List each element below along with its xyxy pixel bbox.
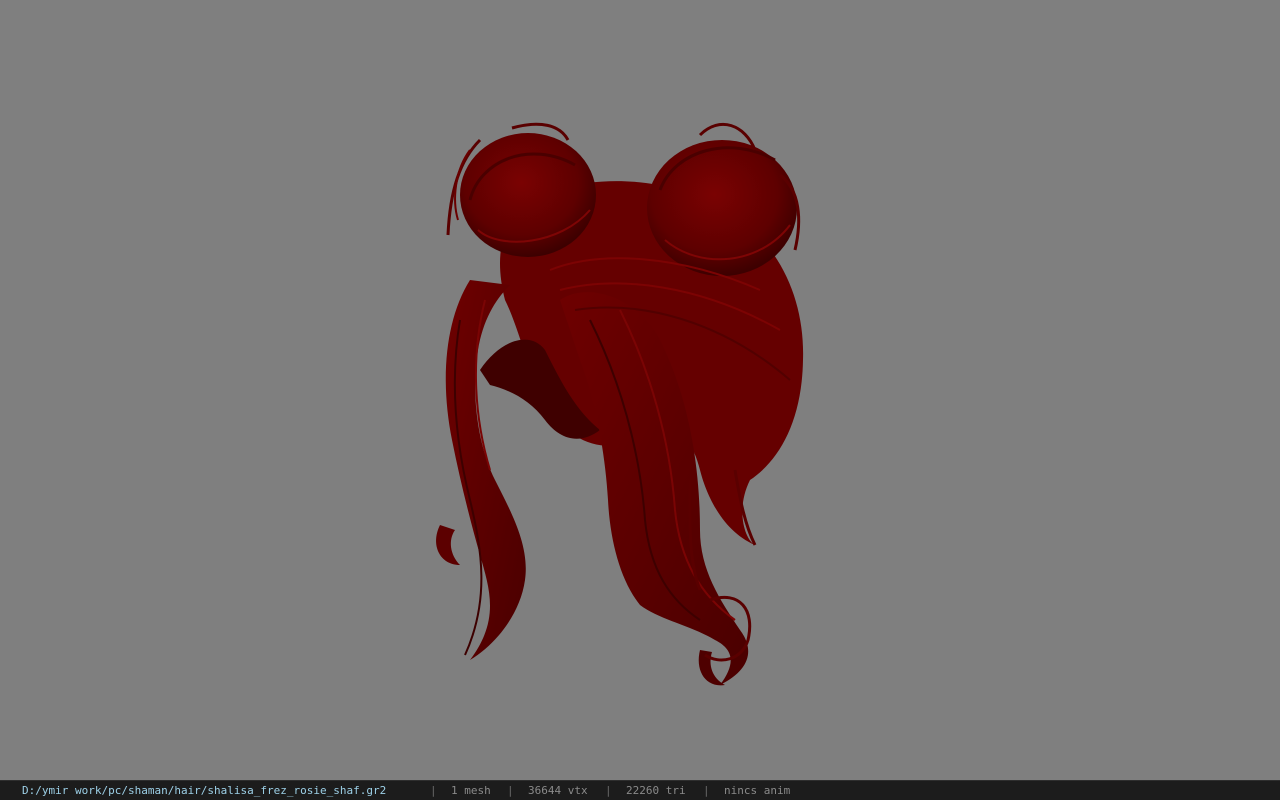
hair-curl-right xyxy=(698,650,725,686)
hair-bun-left xyxy=(460,133,596,257)
triangle-count: 22260 tri xyxy=(626,784,686,797)
file-path: D:/ymir work/pc/shaman/hair/shalisa_frez… xyxy=(22,784,387,797)
status-separator: | xyxy=(430,784,437,797)
3d-viewport[interactable] xyxy=(0,0,1280,780)
animation-status: nincs anim xyxy=(724,784,791,797)
status-separator: | xyxy=(605,784,612,797)
status-bar: D:/ymir work/pc/shaman/hair/shalisa_frez… xyxy=(0,780,1280,800)
vertex-count: 36644 vtx xyxy=(528,784,588,797)
status-separator: | xyxy=(703,784,710,797)
mesh-count: 1 mesh xyxy=(451,784,491,797)
status-separator: | xyxy=(507,784,514,797)
hair-model-render[interactable] xyxy=(0,0,1280,780)
hair-curl-left xyxy=(436,525,460,565)
